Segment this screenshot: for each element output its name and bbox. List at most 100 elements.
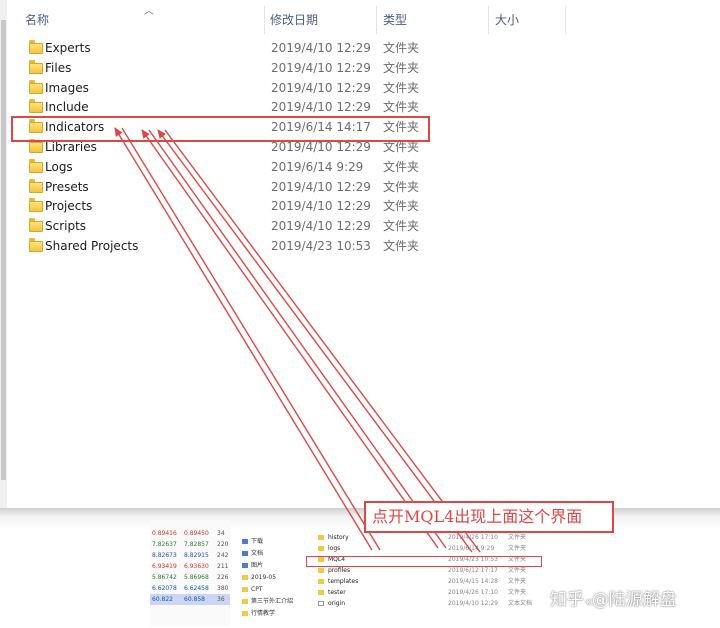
file-type: 文件夹: [383, 219, 420, 234]
file-name: Files: [45, 60, 72, 75]
file-row-files[interactable]: Files 2019/4/10 12:29 文件夹: [20, 59, 700, 79]
folder-icon: [29, 237, 43, 252]
price-spread: 34: [217, 530, 225, 537]
nav-item[interactable]: CPT: [242, 584, 262, 595]
sub-file-name: history: [328, 534, 349, 541]
sub-file-row[interactable]: logs 2019/6/14 9:29 文件夹: [318, 543, 558, 554]
file-name: Logs: [45, 159, 73, 174]
folder-icon: [29, 178, 43, 193]
sub-file-name: origin: [328, 600, 346, 607]
folder-icon: [29, 138, 43, 153]
file-date: 2019/4/10 12:29: [271, 60, 371, 75]
sub-file-date: 2019/4/26 17:10: [448, 589, 498, 596]
nav-item[interactable]: 文档: [242, 548, 263, 559]
folder-icon: [242, 611, 248, 616]
folder-icon: [29, 99, 43, 114]
price-row: 60.822 60.858 36: [150, 594, 230, 605]
watermark-author: @陆源解盘: [591, 590, 677, 610]
file-date: 2019/4/23 10:53: [271, 238, 371, 253]
file-name: Scripts: [45, 219, 87, 234]
column-header: 名称 ︿ 修改日期 类型 大小: [7, 0, 720, 40]
sub-file-type: 文件夹: [508, 589, 527, 596]
price-ask: 6.62458: [184, 585, 209, 592]
file-row-images[interactable]: Images 2019/4/10 12:29 文件夹: [20, 79, 700, 99]
nav-item[interactable]: 2019-05: [242, 572, 276, 583]
file-type: 文件夹: [383, 199, 420, 214]
folder-icon: [29, 198, 43, 213]
download-icon: [242, 539, 248, 544]
nav-label: 文档: [251, 550, 264, 557]
file-row-projects[interactable]: Projects 2019/4/10 12:29 文件夹: [20, 197, 700, 217]
price-row: 5.86742 5.86968 226: [150, 572, 230, 583]
sub-file-name: logs: [328, 545, 341, 552]
price-ask: 6.93630: [184, 563, 209, 570]
price-spread: 380: [217, 585, 229, 592]
file-type: 文件夹: [383, 41, 420, 55]
file-row-shared-projects[interactable]: Shared Projects 2019/4/23 10:53 文件夹: [20, 237, 700, 257]
price-spread: 220: [217, 541, 229, 548]
price-ask: 0.89450: [184, 530, 209, 537]
nav-label: 第三节外汇介绍: [251, 598, 294, 605]
nav-label: 2019-05: [251, 574, 277, 581]
file-row-experts[interactable]: Experts 2019/4/10 12:29 文件夹: [20, 39, 700, 59]
file-row-logs[interactable]: Logs 2019/6/14 9:29 文件夹: [20, 158, 700, 178]
scrollbar-thumb[interactable]: [1, 20, 6, 480]
nav-item[interactable]: 行情教学: [242, 608, 275, 619]
column-size[interactable]: 大小: [490, 0, 564, 40]
sub-file-row[interactable]: templates 2019/4/15 14:28 文件夹: [318, 576, 558, 587]
price-bid: 5.86742: [152, 574, 177, 581]
nav-pane: 下载文档图片 2019-05 CPT 第三节外汇介绍行情教学: [242, 520, 308, 626]
price-ask: 60.858: [184, 596, 205, 603]
file-name: Projects: [45, 199, 93, 214]
column-type[interactable]: 类型: [378, 0, 488, 40]
price-bid: 6.93419: [152, 563, 177, 570]
sub-file-row[interactable]: tester 2019/4/26 17:10 文件夹: [318, 587, 558, 598]
price-bid: 0.89416: [152, 530, 177, 537]
sub-file-date: 2019/6/14 9:29: [448, 545, 495, 552]
sub-file-row[interactable]: origin 2019/4/10 12:29 文本文档: [318, 598, 558, 609]
nav-item[interactable]: 图片: [242, 560, 263, 571]
folder-icon: [29, 40, 43, 54]
file-row-scripts[interactable]: Scripts 2019/4/10 12:29 文件夹: [20, 217, 700, 237]
price-bid: 60.822: [152, 596, 173, 603]
file-name: Presets: [45, 179, 89, 194]
file-date: 2019/4/10 12:29: [271, 199, 371, 214]
nav-item[interactable]: 第三节外汇介绍: [242, 596, 293, 607]
file-name: Images: [45, 80, 89, 95]
column-divider[interactable]: [376, 6, 377, 34]
sub-file-row[interactable]: history 2019/4/26 17:10 文件夹: [318, 532, 558, 543]
document-icon: [318, 601, 324, 606]
nav-label: 下载: [251, 538, 264, 545]
file-type: 文件夹: [383, 179, 420, 194]
sub-file-list: history 2019/4/26 17:10 文件夹 logs 2019/6/14 9…: [318, 520, 558, 626]
nav-label: CPT: [251, 586, 263, 593]
folder-icon: [242, 599, 248, 604]
price-ask: 7.82857: [184, 541, 209, 548]
file-row-presets[interactable]: Presets 2019/4/10 12:29 文件夹: [20, 178, 700, 198]
column-divider[interactable]: [565, 6, 566, 34]
sub-file-type: 文件夹: [508, 545, 527, 552]
sub-file-type: 文件夹: [508, 578, 527, 585]
price-spread: 226: [217, 574, 229, 581]
watermark: 知乎·K@陆源解盘: [550, 585, 677, 610]
file-list: Experts 2019/4/10 12:29 文件夹 Files 2019/4/10 …: [20, 39, 700, 257]
sub-file-name: tester: [328, 589, 346, 596]
file-date: 2019/4/10 12:29: [271, 179, 371, 194]
folder-icon: [242, 587, 248, 592]
nav-item[interactable]: 下载: [242, 536, 263, 547]
column-modified[interactable]: 修改日期: [265, 0, 375, 40]
folder-icon: [29, 218, 43, 233]
vertical-scrollbar[interactable]: [0, 0, 7, 510]
nav-label: 图片: [251, 562, 264, 569]
mql4-highlight-box: [306, 556, 542, 567]
price-row: 7.82637 7.82857 220: [150, 539, 230, 550]
price-row: 8.82673 8.82915 242: [150, 550, 230, 561]
embedded-screenshot: 0.89416 0.89450 34 7.82637 7.82857 220 8.82673…: [150, 520, 570, 626]
sub-file-type: 文本文档: [508, 600, 533, 607]
column-divider[interactable]: [488, 6, 489, 34]
sub-file-date: 2019/4/10 12:29: [448, 600, 498, 607]
price-bid: 8.82673: [152, 552, 177, 559]
folder-icon: [242, 575, 248, 580]
file-type: 文件夹: [383, 238, 420, 253]
sub-file-date: 2019/4/26 17:10: [448, 534, 498, 541]
